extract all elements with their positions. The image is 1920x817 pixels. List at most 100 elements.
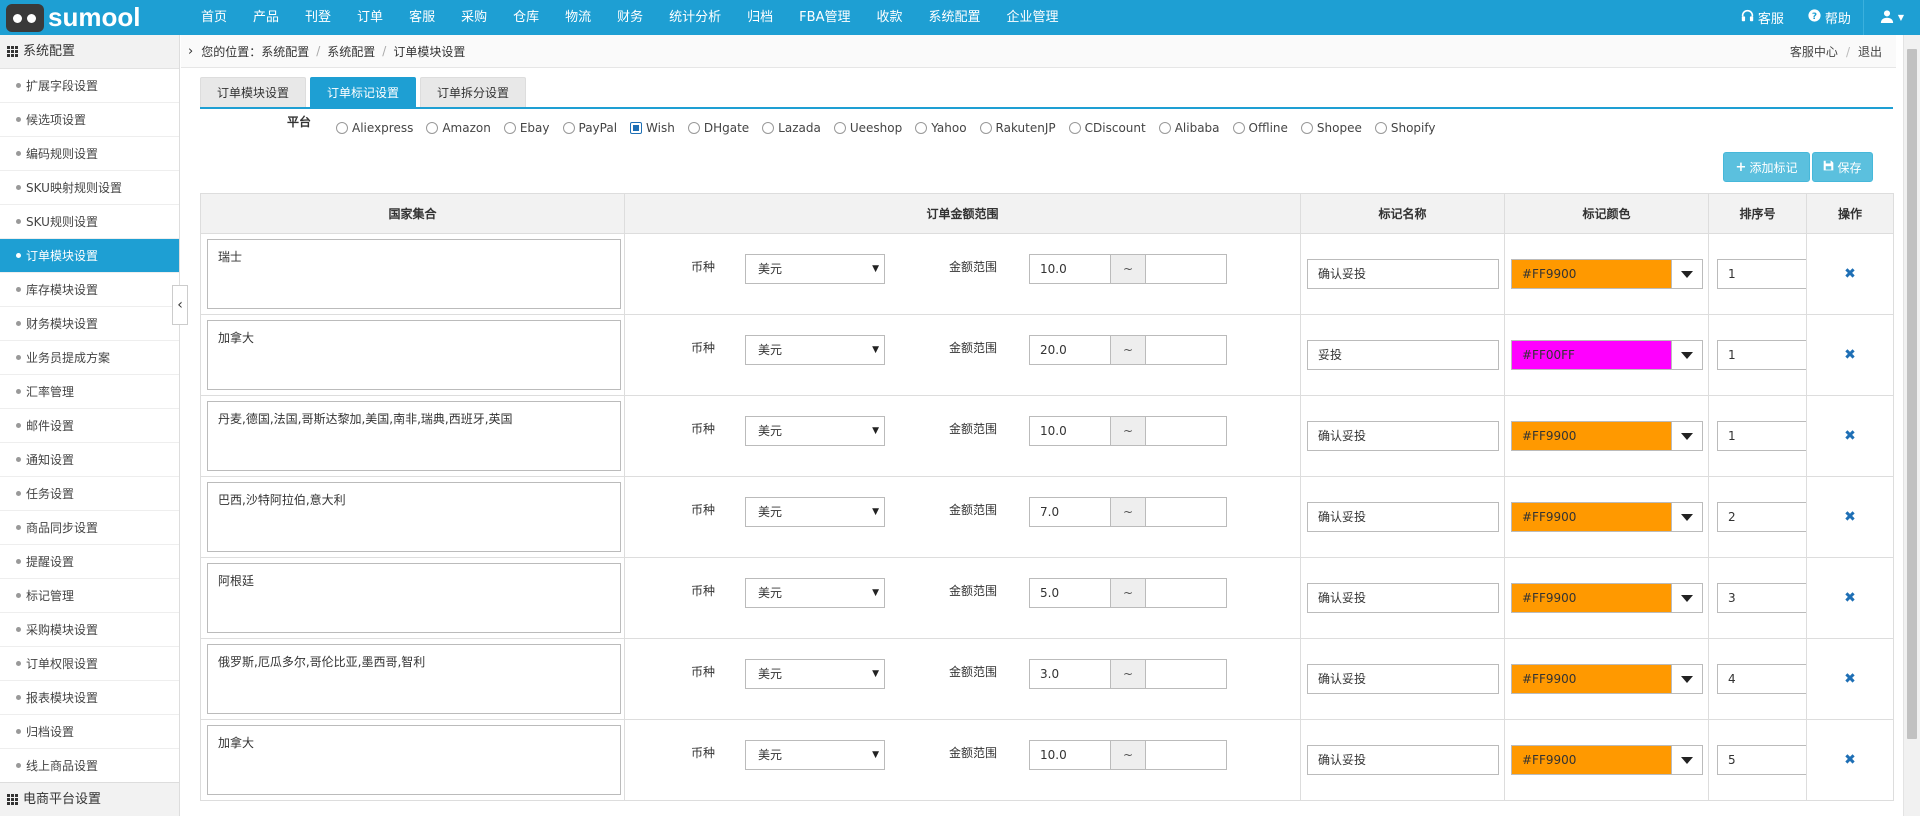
platform-radio-amazon[interactable]: Amazon bbox=[426, 121, 491, 135]
platform-radio-cdiscount[interactable]: CDiscount bbox=[1068, 121, 1146, 135]
radio-circle[interactable] bbox=[915, 121, 928, 134]
radio-circle[interactable] bbox=[503, 121, 516, 134]
sidebar-item[interactable]: 业务员提成方案 bbox=[0, 341, 179, 375]
delete-icon[interactable]: ✖ bbox=[1844, 509, 1856, 525]
countries-input[interactable]: 丹麦,德国,法国,哥斯达黎加,美国,南非,瑞典,西班牙,英国 bbox=[207, 401, 621, 471]
nav-item-10[interactable]: 归档 bbox=[734, 0, 786, 35]
sidebar-item[interactable]: 报表模块设置 bbox=[0, 681, 179, 715]
sidebar-item[interactable]: 邮件设置 bbox=[0, 409, 179, 443]
sidebar-collapse-button[interactable]: ‹ bbox=[172, 285, 188, 325]
currency-select[interactable]: 美元 ▼ bbox=[745, 740, 885, 770]
amount-max-input[interactable] bbox=[1145, 254, 1227, 284]
radio-circle[interactable] bbox=[979, 121, 992, 134]
countries-input[interactable]: 阿根廷 bbox=[207, 563, 621, 633]
color-dropdown-button[interactable] bbox=[1671, 260, 1702, 288]
nav-item-14[interactable]: 企业管理 bbox=[994, 0, 1072, 35]
amount-max-input[interactable] bbox=[1145, 335, 1227, 365]
sort-order-input[interactable]: 1 bbox=[1717, 340, 1807, 370]
color-value[interactable]: #FF9900 bbox=[1512, 422, 1671, 450]
platform-radio-ueeshop[interactable]: Ueeshop bbox=[833, 121, 902, 135]
nav-item-13[interactable]: 系统配置 bbox=[915, 0, 993, 35]
sort-order-input[interactable]: 1 bbox=[1717, 421, 1807, 451]
nav-item-8[interactable]: 财务 bbox=[604, 0, 656, 35]
user-menu[interactable]: ▼ bbox=[1864, 9, 1920, 27]
sidebar-section-system-config[interactable]: 系统配置 bbox=[0, 35, 179, 69]
sidebar-item[interactable]: 任务设置 bbox=[0, 477, 179, 511]
tab-2[interactable]: 订单拆分设置 bbox=[420, 77, 527, 107]
color-dropdown-button[interactable] bbox=[1671, 584, 1702, 612]
color-dropdown-button[interactable] bbox=[1671, 746, 1702, 774]
nav-item-6[interactable]: 仓库 bbox=[500, 0, 552, 35]
radio-circle[interactable] bbox=[687, 121, 700, 134]
nav-item-3[interactable]: 订单 bbox=[344, 0, 396, 35]
amount-max-input[interactable] bbox=[1145, 578, 1227, 608]
currency-select[interactable]: 美元 ▼ bbox=[745, 497, 885, 527]
color-picker[interactable]: #FF9900 bbox=[1511, 259, 1703, 289]
countries-input[interactable]: 加拿大 bbox=[207, 320, 621, 390]
color-value[interactable]: #FF9900 bbox=[1512, 503, 1671, 531]
amount-max-input[interactable] bbox=[1145, 659, 1227, 689]
save-button[interactable]: 保存 bbox=[1812, 152, 1873, 182]
radio-circle[interactable] bbox=[562, 121, 575, 134]
scrollbar-thumb[interactable] bbox=[1907, 49, 1917, 739]
breadcrumb-crumb[interactable]: 系统配置 bbox=[327, 43, 375, 60]
amount-min-input[interactable]: 10.0 bbox=[1029, 416, 1111, 446]
currency-select[interactable]: 美元 ▼ bbox=[745, 659, 885, 689]
platform-radio-offline[interactable]: Offline bbox=[1232, 121, 1288, 135]
color-value[interactable]: #FF9900 bbox=[1512, 746, 1671, 774]
tab-0[interactable]: 订单模块设置 bbox=[200, 77, 307, 107]
sidebar-item[interactable]: 编码规则设置 bbox=[0, 137, 179, 171]
sidebar-item[interactable]: 候选项设置 bbox=[0, 103, 179, 137]
sidebar-item[interactable]: 提醒设置 bbox=[0, 545, 179, 579]
tab-1[interactable]: 订单标记设置 bbox=[310, 77, 417, 107]
nav-item-1[interactable]: 产品 bbox=[240, 0, 292, 35]
customer-center-link[interactable]: 客服中心 bbox=[1790, 43, 1838, 60]
delete-icon[interactable]: ✖ bbox=[1844, 266, 1856, 282]
sidebar-item[interactable]: 财务模块设置 bbox=[0, 307, 179, 341]
platform-radio-ebay[interactable]: Ebay bbox=[503, 121, 550, 135]
amount-max-input[interactable] bbox=[1145, 497, 1227, 527]
sort-order-input[interactable]: 3 bbox=[1717, 583, 1807, 613]
mark-name-input[interactable]: 确认妥投 bbox=[1307, 664, 1499, 694]
currency-select[interactable]: 美元 ▼ bbox=[745, 335, 885, 365]
color-picker[interactable]: #FF00FF bbox=[1511, 340, 1703, 370]
nav-item-0[interactable]: 首页 bbox=[188, 0, 240, 35]
countries-input[interactable]: 俄罗斯,厄瓜多尔,哥伦比亚,墨西哥,智利 bbox=[207, 644, 621, 714]
mark-name-input[interactable]: 确认妥投 bbox=[1307, 421, 1499, 451]
add-mark-button[interactable]: + 添加标记 bbox=[1723, 152, 1810, 182]
platform-radio-alibaba[interactable]: Alibaba bbox=[1158, 121, 1220, 135]
sort-order-input[interactable]: 1 bbox=[1717, 259, 1807, 289]
logo[interactable]: sumool bbox=[0, 0, 182, 35]
sort-order-input[interactable]: 5 bbox=[1717, 745, 1807, 775]
sidebar-item[interactable]: 通知设置 bbox=[0, 443, 179, 477]
radio-circle[interactable] bbox=[1232, 121, 1245, 134]
color-picker[interactable]: #FF9900 bbox=[1511, 421, 1703, 451]
platform-radio-rakutenjp[interactable]: RakutenJP bbox=[979, 121, 1056, 135]
color-dropdown-button[interactable] bbox=[1671, 341, 1702, 369]
sidebar-item[interactable]: 商品同步设置 bbox=[0, 511, 179, 545]
delete-icon[interactable]: ✖ bbox=[1844, 752, 1856, 768]
color-value[interactable]: #FF9900 bbox=[1512, 584, 1671, 612]
sidebar-item[interactable]: 线上商品设置 bbox=[0, 749, 179, 783]
sidebar-section-ecommerce[interactable]: 电商平台设置 bbox=[0, 782, 179, 816]
sidebar-item[interactable]: 库存模块设置 bbox=[0, 273, 179, 307]
sidebar-item[interactable]: 标记管理 bbox=[0, 579, 179, 613]
countries-input[interactable]: 巴西,沙特阿拉伯,意大利 bbox=[207, 482, 621, 552]
sidebar-item[interactable]: 采购模块设置 bbox=[0, 613, 179, 647]
platform-radio-lazada[interactable]: Lazada bbox=[762, 121, 821, 135]
amount-min-input[interactable]: 3.0 bbox=[1029, 659, 1111, 689]
radio-circle[interactable] bbox=[762, 121, 775, 134]
countries-input[interactable]: 瑞士 bbox=[207, 239, 621, 309]
nav-item-7[interactable]: 物流 bbox=[552, 0, 604, 35]
nav-item-12[interactable]: 收款 bbox=[863, 0, 915, 35]
vertical-scrollbar[interactable] bbox=[1903, 35, 1920, 816]
radio-circle[interactable] bbox=[426, 121, 439, 134]
color-dropdown-button[interactable] bbox=[1671, 422, 1702, 450]
delete-icon[interactable]: ✖ bbox=[1844, 428, 1856, 444]
nav-item-11[interactable]: FBA管理 bbox=[786, 0, 863, 35]
delete-icon[interactable]: ✖ bbox=[1844, 347, 1856, 363]
nav-item-4[interactable]: 客服 bbox=[396, 0, 448, 35]
platform-radio-shopee[interactable]: Shopee bbox=[1300, 121, 1362, 135]
sidebar-item[interactable]: SKU规则设置 bbox=[0, 205, 179, 239]
platform-radio-paypal[interactable]: PayPal bbox=[562, 121, 617, 135]
